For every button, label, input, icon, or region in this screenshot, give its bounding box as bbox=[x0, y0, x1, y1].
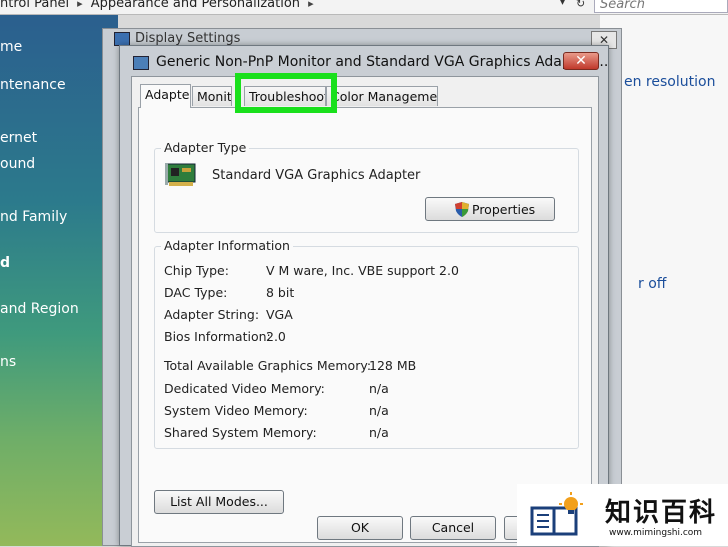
close-button[interactable]: ✕ bbox=[563, 52, 599, 70]
tab-monitor[interactable]: Monitor bbox=[192, 86, 232, 106]
sidebar-item-sound[interactable]: ound bbox=[0, 156, 35, 172]
cancel-button[interactable]: Cancel bbox=[410, 516, 496, 540]
adapter-type-label: Adapter Type bbox=[161, 140, 250, 155]
sidebar-item-programs[interactable]: ns bbox=[0, 354, 16, 370]
list-all-modes-button[interactable]: List All Modes... bbox=[154, 490, 284, 514]
system-memory-label: System Video Memory: bbox=[164, 403, 308, 418]
total-memory-label: Total Available Graphics Memory: bbox=[164, 358, 372, 373]
display-settings-title: Display Settings bbox=[135, 31, 241, 46]
adapter-string-value: VGA bbox=[266, 307, 293, 322]
search-input[interactable]: Search bbox=[594, 0, 728, 13]
shield-icon bbox=[455, 202, 469, 217]
adapter-tab-page: Adapter Type Standard VGA Graphics Adapt… bbox=[138, 107, 592, 543]
breadcrumb-control-panel[interactable]: ntrol Panel bbox=[0, 0, 69, 11]
dedicated-memory-value: n/a bbox=[369, 381, 389, 396]
display-icon bbox=[114, 32, 130, 46]
sidebar-item-maintenance[interactable]: ntenance bbox=[0, 77, 66, 93]
adapter-properties-dialog: Generic Non-PnP Monitor and Standard VGA… bbox=[119, 45, 609, 547]
dialog-titlebar[interactable]: Generic Non-PnP Monitor and Standard VGA… bbox=[120, 46, 608, 76]
chip-type-value: V M ware, Inc. VBE support 2.0 bbox=[266, 263, 459, 278]
adapter-type-group: Adapter Type Standard VGA Graphics Adapt… bbox=[154, 140, 579, 233]
chip-type-label: Chip Type: bbox=[164, 263, 229, 278]
troubleshoot-highlight-box bbox=[235, 73, 337, 113]
breadcrumb: ntrol Panel ▸ Appearance and Personalizati… bbox=[0, 0, 322, 11]
system-memory-value: n/a bbox=[369, 403, 389, 418]
watermark-brand: 知识百科 bbox=[605, 498, 718, 528]
adapter-info-label: Adapter Information bbox=[161, 238, 293, 253]
chevron-right-icon[interactable]: ▸ bbox=[77, 0, 83, 10]
graphics-card-icon bbox=[165, 163, 196, 186]
tab-color-management[interactable]: Color Management bbox=[326, 86, 438, 106]
dedicated-memory-label: Dedicated Video Memory: bbox=[164, 381, 325, 396]
adapter-name: Standard VGA Graphics Adapter bbox=[212, 168, 421, 183]
properties-label: Properties bbox=[472, 202, 536, 217]
control-panel-sidebar: me ntenance ernet ound nd Family d and R… bbox=[0, 15, 118, 546]
total-memory-value: 128 MB bbox=[369, 358, 417, 373]
link-screen-resolution[interactable]: en resolution bbox=[624, 74, 715, 90]
properties-button[interactable]: Properties bbox=[425, 197, 555, 221]
breadcrumb-appearance[interactable]: Appearance and Personalization bbox=[91, 0, 300, 11]
shared-memory-value: n/a bbox=[369, 425, 389, 440]
chevron-right-icon[interactable]: ▸ bbox=[308, 0, 314, 10]
sidebar-item-region[interactable]: and Region bbox=[0, 301, 79, 317]
dac-type-label: DAC Type: bbox=[164, 285, 228, 300]
shared-memory-label: Shared System Memory: bbox=[164, 425, 317, 440]
adapter-info-group: Adapter Information Chip Type: V M ware,… bbox=[154, 238, 579, 449]
dialog-body: Adapter Monitor Troubleshoot Color Manag… bbox=[131, 73, 599, 547]
link-turn-off[interactable]: r off bbox=[638, 276, 666, 292]
monitor-icon bbox=[133, 56, 149, 70]
dialog-title: Generic Non-PnP Monitor and Standard VGA… bbox=[156, 54, 609, 70]
sidebar-item-internet[interactable]: ernet bbox=[0, 130, 37, 146]
bios-info-label: Bios Information: bbox=[164, 329, 271, 344]
sidebar-item-current[interactable]: d bbox=[0, 255, 10, 271]
watermark-url: www.mimingshi.com bbox=[609, 528, 703, 538]
sidebar-item-home[interactable]: me bbox=[0, 39, 22, 55]
adapter-string-label: Adapter String: bbox=[164, 307, 260, 322]
address-bar: ntrol Panel ▸ Appearance and Personalizati… bbox=[0, 0, 728, 15]
watermark: 知识百科 www.mimingshi.com bbox=[517, 484, 728, 546]
tab-adapter[interactable]: Adapter bbox=[140, 84, 191, 108]
chevron-down-icon[interactable]: ▾ bbox=[560, 0, 574, 8]
sidebar-item-family[interactable]: nd Family bbox=[0, 209, 67, 225]
ok-button[interactable]: OK bbox=[317, 516, 403, 540]
book-lightbulb-logo-icon bbox=[530, 492, 583, 536]
bios-info-value: 2.0 bbox=[266, 329, 286, 344]
dac-type-value: 8 bit bbox=[266, 285, 295, 300]
refresh-icon[interactable]: ↻ bbox=[576, 0, 585, 10]
